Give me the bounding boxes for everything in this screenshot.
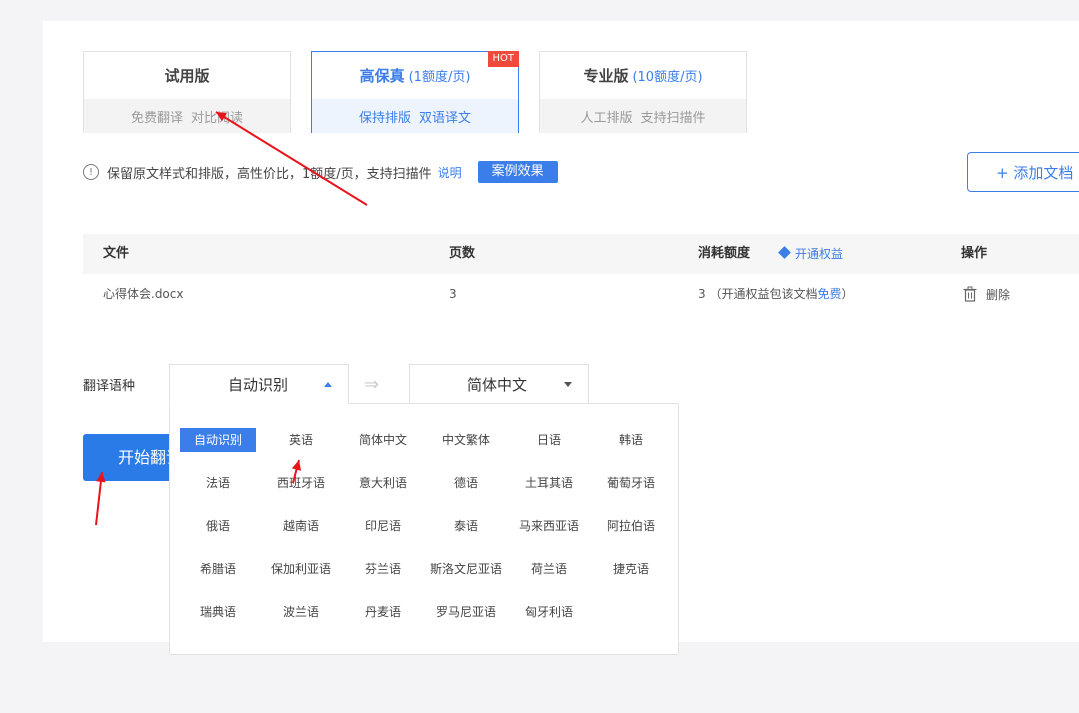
- language-option[interactable]: 捷克语: [593, 557, 669, 581]
- language-option[interactable]: 荷兰语: [511, 557, 587, 581]
- target-language-value: 简体中文: [467, 375, 528, 394]
- info-icon: !: [83, 164, 99, 180]
- notice-text: 保留原文样式和排版，高性价比，1额度/页，支持扫描件: [107, 166, 432, 182]
- delete-label: 删除: [986, 287, 1011, 302]
- language-option[interactable]: 匈牙利语: [511, 600, 587, 624]
- credit-cost: 3 （开通权益包该文档免费）: [698, 287, 854, 301]
- language-dropdown: 自动识别 英语 简体中文 中文繁体 日语 韩语法语 西班牙语 意大利语 德语 土耳其语 葡萄牙语俄语…: [169, 403, 679, 655]
- caret-down-icon: [564, 382, 572, 387]
- language-option[interactable]: 韩语: [593, 428, 669, 452]
- swap-arrow-icon[interactable]: ⇒: [364, 374, 379, 395]
- file-name: 心得体会.docx: [103, 287, 184, 301]
- page-count: 3: [449, 287, 457, 301]
- plan-name: 专业版: [583, 67, 629, 85]
- language-option[interactable]: 阿拉伯语: [593, 514, 669, 538]
- open-benefit-link[interactable]: 开通权益: [778, 234, 843, 274]
- header-credits: 消耗额度: [698, 246, 751, 261]
- language-option[interactable]: 日语: [511, 428, 587, 452]
- language-option[interactable]: 简体中文: [345, 428, 421, 452]
- language-option[interactable]: 俄语: [180, 514, 256, 538]
- file-table-header: 文件 页数 消耗额度 开通权益 操作: [83, 234, 1079, 274]
- language-option[interactable]: 波兰语: [263, 600, 339, 624]
- caret-up-icon: [324, 382, 332, 387]
- language-option[interactable]: 斯洛文尼亚语: [428, 557, 504, 581]
- plan-feature: 人工排版: [580, 110, 633, 126]
- plan-card-hifi[interactable]: HOT 高保真 (1额度/页) 保持排版 双语译文: [311, 51, 519, 133]
- plan-card-trial[interactable]: 试用版 免费翻译 对比阅读: [83, 51, 291, 133]
- header-pages: 页数: [449, 246, 476, 261]
- language-option[interactable]: 德语: [428, 471, 504, 495]
- plan-feature: 双语译文: [419, 110, 472, 126]
- case-effect-button[interactable]: 案例效果: [477, 161, 558, 183]
- language-option[interactable]: 泰语: [428, 514, 504, 538]
- diamond-icon: [778, 246, 791, 259]
- language-option[interactable]: 西班牙语: [263, 471, 339, 495]
- language-option[interactable]: 土耳其语: [511, 471, 587, 495]
- language-option[interactable]: 希腊语: [180, 557, 256, 581]
- hot-badge: HOT: [487, 51, 519, 67]
- language-option[interactable]: 丹麦语: [345, 600, 421, 624]
- plan-card-pro[interactable]: 专业版 (10额度/页) 人工排版 支持扫描件: [539, 51, 747, 133]
- plan-feature: 免费翻译: [130, 110, 183, 126]
- language-option[interactable]: 法语: [180, 471, 256, 495]
- table-row: 心得体会.docx 3 3 （开通权益包该文档免费） 删除: [83, 274, 1079, 314]
- explain-link[interactable]: 说明: [438, 164, 462, 181]
- header-actions: 操作: [961, 246, 988, 261]
- plan-feature: 支持扫描件: [640, 110, 706, 126]
- plan-feature: 保持排版: [358, 110, 411, 126]
- plan-notice: ! 保留原文样式和排版，高性价比，1额度/页，支持扫描件 说明 案例效果: [83, 161, 558, 183]
- plan-name: 高保真: [359, 67, 405, 85]
- language-option[interactable]: 越南语: [263, 514, 339, 538]
- translate-language-label: 翻译语种: [83, 379, 136, 394]
- language-option[interactable]: 意大利语: [345, 471, 421, 495]
- plan-price: (1额度/页): [408, 70, 471, 85]
- language-option[interactable]: 印尼语: [345, 514, 421, 538]
- language-option[interactable]: 英语: [263, 428, 339, 452]
- language-option[interactable]: 芬兰语: [345, 557, 421, 581]
- plan-price: (10额度/页): [632, 70, 703, 85]
- plan-name: 试用版: [164, 67, 210, 85]
- language-option[interactable]: 自动识别: [180, 428, 256, 452]
- language-option[interactable]: 中文繁体: [428, 428, 504, 452]
- language-option[interactable]: 葡萄牙语: [593, 471, 669, 495]
- source-language-value: 自动识别: [228, 375, 289, 394]
- header-file: 文件: [103, 246, 130, 261]
- language-option[interactable]: 保加利亚语: [263, 557, 339, 581]
- target-language-select[interactable]: 简体中文: [409, 364, 589, 404]
- add-document-button[interactable]: + 添加文档: [967, 152, 1079, 192]
- delete-button[interactable]: 删除: [963, 274, 1010, 314]
- plan-feature: 对比阅读: [191, 110, 244, 126]
- language-option[interactable]: 瑞典语: [180, 600, 256, 624]
- language-option[interactable]: 罗马尼亚语: [428, 600, 504, 624]
- source-language-select[interactable]: 自动识别: [169, 364, 349, 404]
- language-option[interactable]: 马来西亚语: [511, 514, 587, 538]
- trash-icon: [963, 286, 977, 302]
